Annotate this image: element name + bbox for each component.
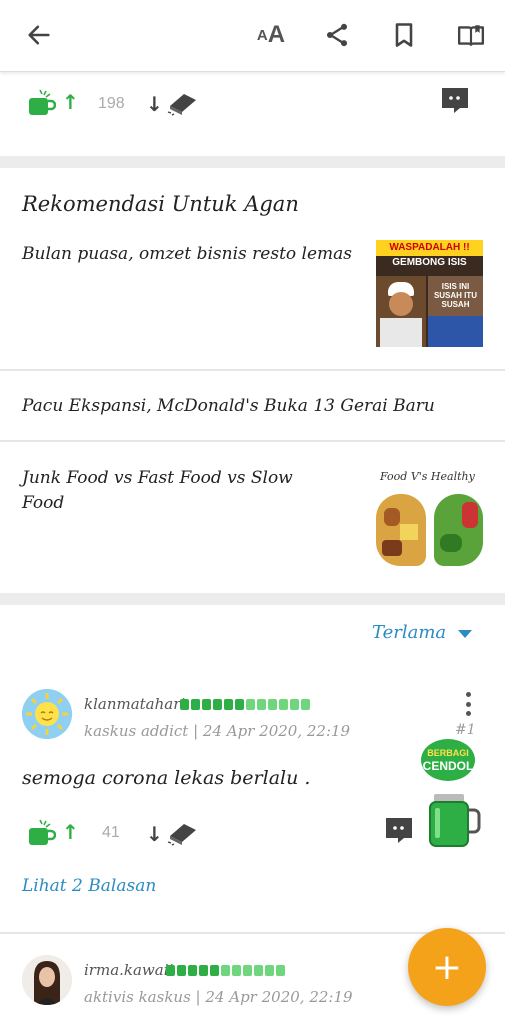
comment-text: semoga corona lekas berlalu .: [22, 767, 311, 789]
sun-avatar-image: [22, 689, 72, 739]
vote-count: 198: [98, 95, 125, 112]
bookmark-button[interactable]: [387, 18, 421, 52]
user-meta: aktivis kaskus | 24 Apr 2020, 22:19: [84, 988, 353, 1006]
badge-top-text: BERBAGI: [427, 748, 469, 758]
share-button[interactable]: [320, 18, 354, 52]
divider: [0, 369, 505, 371]
cendol-cup-icon[interactable]: [26, 88, 56, 118]
thumb-person-image: [376, 276, 426, 347]
badge-bottom-text: CENDOL: [423, 759, 474, 773]
berbagi-cendol-badge-icon: BERBAGI CENDOL: [421, 739, 475, 781]
downvote-arrow-icon[interactable]: ↓: [146, 822, 163, 846]
text-size-button[interactable]: AA: [251, 18, 291, 52]
bookmark-icon: [395, 23, 413, 47]
user-rank: kaskus addict: [84, 722, 189, 740]
thread-vote-row: ↑ 198 ↓: [0, 82, 505, 132]
reader-mode-button[interactable]: [454, 18, 488, 52]
bata-brick-icon[interactable]: [166, 820, 200, 846]
recommendation-thumbnail: Food V's Healthy: [376, 468, 483, 575]
section-divider: [0, 156, 505, 168]
vote-count: 41: [102, 824, 120, 841]
user-photo-avatar: [22, 955, 72, 1005]
username[interactable]: irma.kawaii: [84, 961, 173, 979]
text-size-large-label: A: [267, 21, 286, 48]
bata-brick-icon[interactable]: [166, 90, 200, 116]
open-book-icon: [457, 25, 485, 46]
arrow-left-icon: [28, 25, 50, 45]
share-icon: [326, 23, 348, 47]
downvote-arrow-icon[interactable]: ↓: [146, 92, 163, 116]
divider: [0, 440, 505, 442]
reply-comment-icon[interactable]: [384, 816, 414, 844]
thumb-caption-subtitle: ISIS INI SUSAH ITU SUSAH: [428, 276, 483, 316]
comment-icon[interactable]: [440, 86, 470, 114]
cendol-jar-icon[interactable]: [426, 792, 482, 848]
post-number: #1: [455, 722, 476, 738]
section-divider: [0, 593, 505, 605]
view-replies-link[interactable]: Lihat 2 Balasan: [22, 876, 156, 896]
avatar[interactable]: [22, 955, 72, 1005]
post-date: 24 Apr 2020, 22:19: [205, 988, 353, 1006]
recommendation-text: Bulan puasa, omzet bisnis resto lemas: [22, 244, 353, 264]
thumb-caption-heading: GEMBONG ISIS: [392, 257, 467, 268]
cendol-cup-icon[interactable]: [26, 818, 56, 848]
avatar[interactable]: [22, 689, 72, 739]
healthy-food-image: [434, 494, 483, 566]
junk-food-image: [376, 494, 426, 566]
user-meta: kaskus addict | 24 Apr 2020, 22:19: [84, 722, 351, 740]
recommendations-title: Rekomendasi Untuk Agan: [22, 192, 299, 216]
top-app-bar: AA: [0, 0, 505, 72]
reputation-bar: [180, 699, 310, 710]
thumb-caption-warning: WASPADALAH !!: [376, 240, 483, 256]
more-options-icon[interactable]: [464, 692, 472, 716]
new-reply-fab[interactable]: +: [408, 928, 486, 1006]
recommendation-thumbnail: WASPADALAH !! GEMBONG ISIS ISIS INI SUSA…: [376, 240, 483, 347]
thumb-caption: Food V's Healthy: [380, 470, 475, 483]
upvote-arrow-icon[interactable]: ↑: [62, 820, 79, 844]
recommendation-item[interactable]: Pacu Ekspansi, McDonald's Buka 13 Gerai …: [22, 394, 482, 419]
sort-dropdown[interactable]: Terlama: [372, 622, 446, 643]
user-rank: aktivis kaskus: [84, 988, 191, 1006]
reputation-bar: [166, 965, 285, 976]
thumb-news-image: [428, 316, 483, 347]
recommendation-text: Junk Food vs Fast Food vs Slow Food: [22, 468, 293, 513]
post-date: 24 Apr 2020, 22:19: [202, 722, 351, 740]
text-size-small-label: A: [256, 26, 268, 44]
username[interactable]: klanmatahari: [84, 695, 185, 713]
upvote-arrow-icon[interactable]: ↑: [62, 90, 79, 114]
caret-down-icon[interactable]: [458, 630, 472, 638]
back-button[interactable]: [22, 18, 56, 52]
